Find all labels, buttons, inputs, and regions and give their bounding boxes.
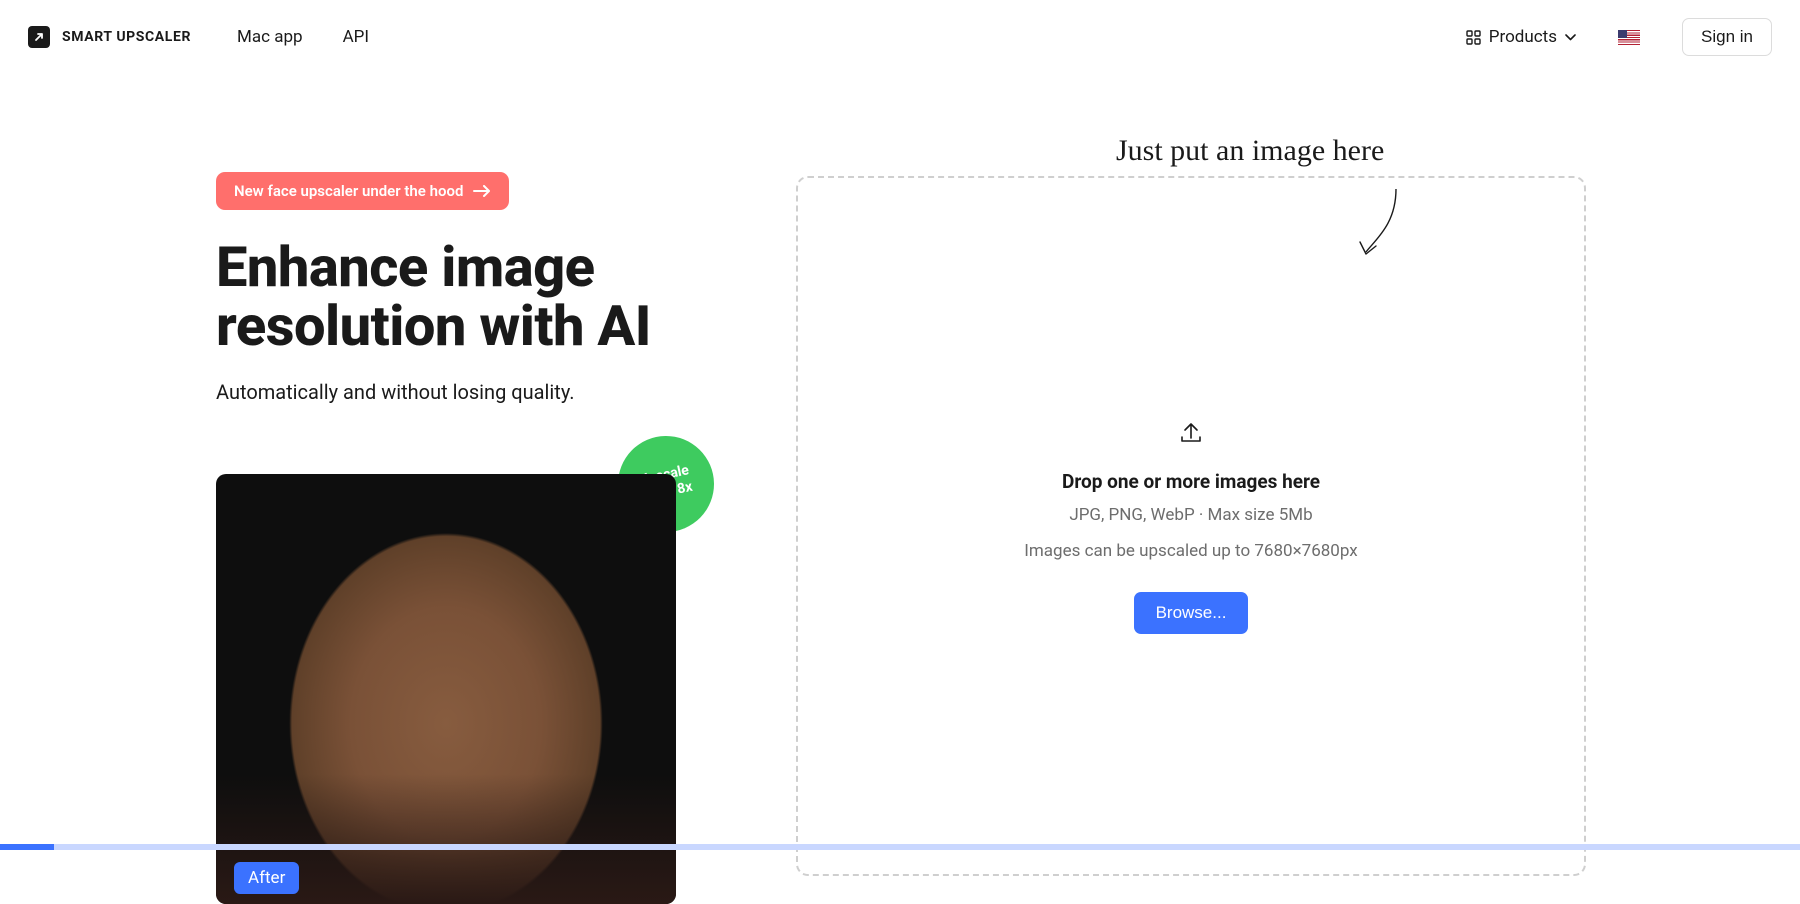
dropzone-formats: JPG, PNG, WebP · Max size 5Mb	[1069, 503, 1312, 529]
after-label: After	[234, 862, 299, 894]
header: SMART UPSCALER Mac app API Products Sign…	[0, 0, 1800, 74]
dropzone-title: Drop one or more images here	[1062, 470, 1320, 493]
upload-icon	[1177, 418, 1205, 446]
feature-tag[interactable]: New face upscaler under the hood	[216, 172, 509, 210]
products-label: Products	[1489, 27, 1557, 47]
brand-label[interactable]: SMART UPSCALER	[62, 29, 191, 45]
dropzone-maxsize: Images can be upscaled up to 7680×7680px	[1024, 539, 1357, 565]
page-progress-track	[0, 844, 1800, 850]
page-progress-bar	[0, 844, 54, 850]
signin-button[interactable]: Sign in	[1682, 18, 1772, 56]
demo-image	[216, 474, 676, 904]
arrow-right-icon	[473, 185, 491, 197]
feature-tag-label: New face upscaler under the hood	[234, 182, 463, 200]
nav-api[interactable]: API	[329, 23, 383, 51]
hero-column: New face upscaler under the hood Enhance…	[216, 74, 676, 904]
subheadline: Automatically and without losing quality…	[216, 380, 676, 404]
main-content: New face upscaler under the hood Enhance…	[0, 74, 1800, 904]
products-dropdown[interactable]: Products	[1466, 27, 1576, 47]
browse-button[interactable]: Browse...	[1134, 592, 1249, 634]
dropzone-hint: Just put an image here	[1116, 134, 1586, 168]
nav-mac-app[interactable]: Mac app	[223, 23, 317, 51]
logo-icon[interactable]	[28, 26, 50, 48]
dropzone-column: Just put an image here Drop one or more …	[796, 74, 1586, 904]
headline: Enhance image resolution with AI	[216, 238, 676, 356]
dropzone[interactable]: Drop one or more images here JPG, PNG, W…	[796, 176, 1586, 876]
language-flag-icon[interactable]	[1618, 30, 1640, 45]
hint-arrow-icon	[1346, 184, 1406, 264]
demo-image-wrap: Upscale up to 8x After	[216, 474, 676, 904]
grid-icon	[1466, 30, 1481, 45]
chevron-down-icon	[1565, 34, 1576, 41]
